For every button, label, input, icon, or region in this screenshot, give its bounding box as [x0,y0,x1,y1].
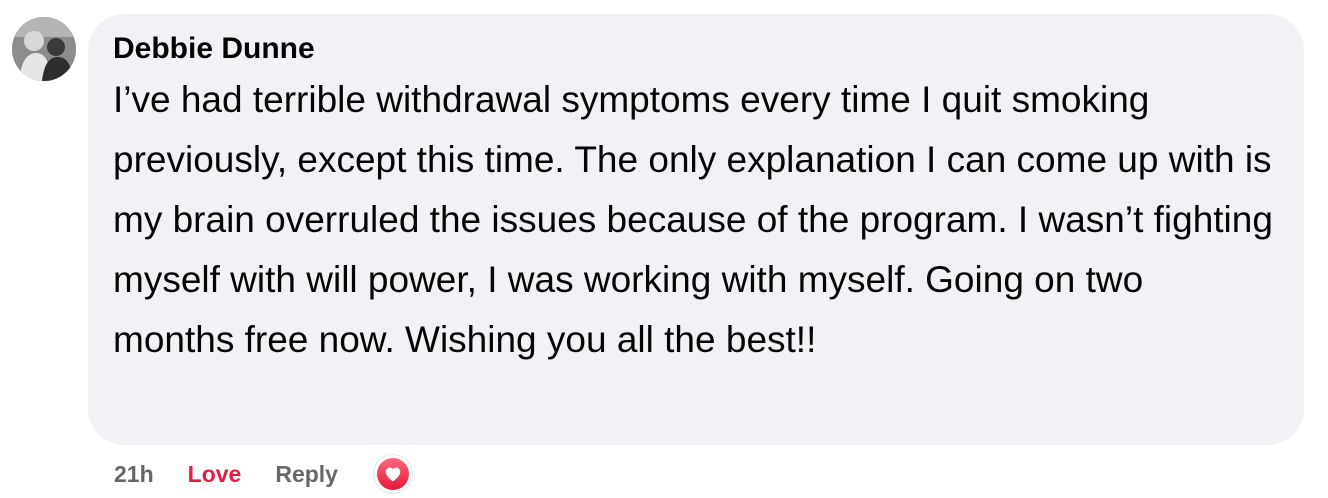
comment-text: I’ve had terrible withdrawal symptoms ev… [113,79,1273,360]
author-avatar[interactable] [12,17,76,81]
comment-actions: 21h Love Reply [114,454,412,494]
avatar-photo-icon [12,17,76,81]
love-reaction-button[interactable]: Love [188,461,242,488]
comment-author-name[interactable]: Debbie Dunne [113,30,1274,68]
comment-timestamp[interactable]: 21h [114,461,154,488]
reaction-summary[interactable] [373,455,412,493]
comment-bubble: Debbie Dunne I’ve had terrible withdrawa… [88,14,1304,445]
reply-button[interactable]: Reply [275,461,338,488]
heart-icon [376,458,409,490]
